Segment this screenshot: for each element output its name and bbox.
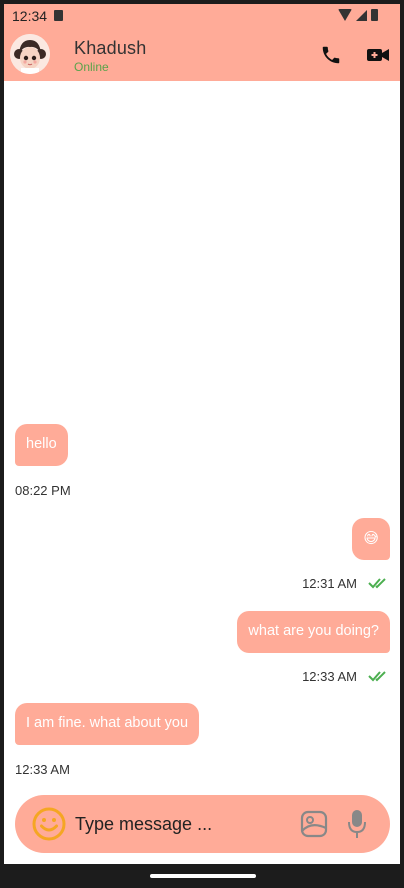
gallery-icon [300,810,328,838]
gallery-button[interactable] [299,809,329,839]
sent-message-bubble[interactable]: what are you doing? [237,611,390,653]
received-message-bubble[interactable]: I am fine. what about you [15,703,200,745]
phone-frame: 12:34 Khadush Online hello 08:22 PM 😅 12… [0,0,404,888]
system-nav-bar [0,864,404,888]
sent-message-bubble[interactable]: 😅 [352,518,390,560]
message-timestamp: 12:33 AM [15,762,70,777]
sim-card-icon [54,10,63,21]
emoji-icon [32,807,66,841]
message-timestamp: 08:22 PM [15,483,71,498]
battery-icon [371,9,378,21]
mic-icon [348,810,366,838]
message-list[interactable]: hello 08:22 PM 😅 12:31 AM what are you d… [4,81,400,786]
video-call-icon [367,49,389,61]
girl-avatar-icon [10,34,50,74]
contact-name[interactable]: Khadush [74,38,146,59]
chat-screen: 12:34 Khadush Online hello 08:22 PM 😅 12… [4,4,400,864]
double-check-icon [368,578,386,589]
message-input[interactable] [75,809,285,839]
cellular-signal-icon [356,9,367,21]
voice-record-button[interactable] [347,808,367,840]
status-time: 12:34 [12,8,48,24]
status-bar: 12:34 [4,4,400,28]
chat-header: Khadush Online [4,28,400,81]
wifi-icon [338,9,352,21]
video-call-button[interactable] [366,44,390,66]
phone-icon [322,46,340,64]
online-status: Online [74,60,109,74]
home-gesture-bar[interactable] [150,874,256,878]
system-icons [338,9,378,21]
message-composer [15,795,390,853]
message-timestamp: 12:33 AM [302,669,357,684]
received-message-bubble[interactable]: hello [15,424,68,466]
double-check-icon [368,671,386,682]
avatar[interactable] [10,34,50,74]
message-timestamp: 12:31 AM [302,576,357,591]
emoji-button[interactable] [31,806,67,842]
voice-call-button[interactable] [320,44,342,66]
